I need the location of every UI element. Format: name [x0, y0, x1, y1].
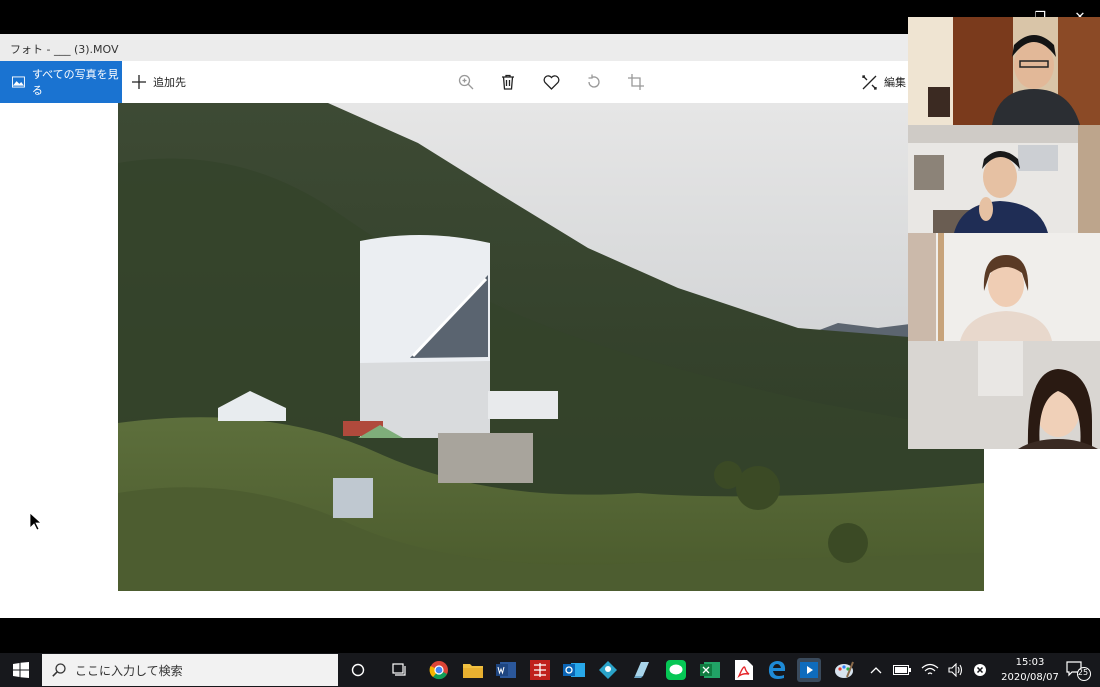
edge-icon[interactable]	[765, 658, 789, 682]
file-explorer-icon[interactable]	[461, 658, 485, 682]
rotate-icon[interactable]	[584, 72, 604, 92]
zoom-icon[interactable]	[456, 72, 476, 92]
battery-icon[interactable]	[890, 658, 914, 682]
crop-icon[interactable]	[626, 72, 646, 92]
search-placeholder: ここに入力して検索	[75, 663, 183, 678]
ime-mode-icon[interactable]	[968, 658, 992, 682]
acrobat-icon[interactable]	[732, 658, 756, 682]
photos-app-icon[interactable]	[797, 658, 821, 682]
add-to-button[interactable]: 追加先	[132, 61, 186, 103]
participant-video-4[interactable]	[908, 341, 1100, 449]
chrome-icon[interactable]	[427, 658, 451, 682]
app-icon[interactable]	[630, 658, 654, 682]
volume-icon[interactable]	[944, 658, 968, 682]
ichitaro-icon[interactable]	[528, 658, 552, 682]
start-button[interactable]	[0, 653, 42, 687]
taskbar: ここに入力して検索 15:03 2020/08/07 25	[0, 653, 1100, 687]
participant-video-3[interactable]	[908, 233, 1100, 341]
notification-count-badge: 25	[1077, 668, 1089, 677]
add-to-label: 追加先	[153, 76, 186, 89]
mountain-scene-image	[118, 103, 984, 591]
paint-icon[interactable]	[832, 658, 856, 682]
see-all-photos-button[interactable]: すべての写真を見る	[0, 61, 122, 103]
participant-video-2[interactable]	[908, 125, 1100, 233]
search-icon	[52, 663, 66, 677]
word-icon[interactable]	[494, 658, 518, 682]
cortana-icon[interactable]	[346, 658, 370, 682]
task-view-icon[interactable]	[387, 658, 411, 682]
outlook-icon[interactable]	[562, 658, 586, 682]
window-title: フォト - ___ (3).MOV	[10, 43, 119, 56]
desktop-screen: — ❐ ✕ フォト - ___ (3).MOV すべての写真を見る 追加先	[0, 0, 1100, 687]
heart-icon[interactable]	[541, 72, 561, 92]
mouse-cursor	[29, 512, 43, 535]
maps-icon[interactable]	[596, 658, 620, 682]
participant-video-1[interactable]	[908, 17, 1100, 125]
wifi-icon[interactable]	[918, 658, 942, 682]
video-frame[interactable]	[118, 103, 984, 591]
taskbar-search-box[interactable]: ここに入力して検索	[42, 654, 338, 686]
clock-date: 2020/08/07	[1001, 672, 1059, 683]
notification-center-icon[interactable]: 25	[1064, 658, 1094, 682]
edit-icon	[862, 74, 877, 90]
video-call-panel	[908, 17, 1100, 449]
line-icon[interactable]	[664, 658, 688, 682]
trash-icon[interactable]	[498, 72, 518, 92]
system-clock[interactable]: 15:03 2020/08/07	[1000, 655, 1060, 685]
windows-icon	[13, 662, 29, 678]
clock-time: 15:03	[1015, 657, 1045, 668]
plus-icon	[132, 75, 146, 89]
excel-icon[interactable]	[698, 658, 722, 682]
see-all-photos-label: すべての写真を見る	[31, 68, 119, 97]
photo-icon	[12, 76, 25, 88]
chevron-up-icon[interactable]	[864, 658, 888, 682]
